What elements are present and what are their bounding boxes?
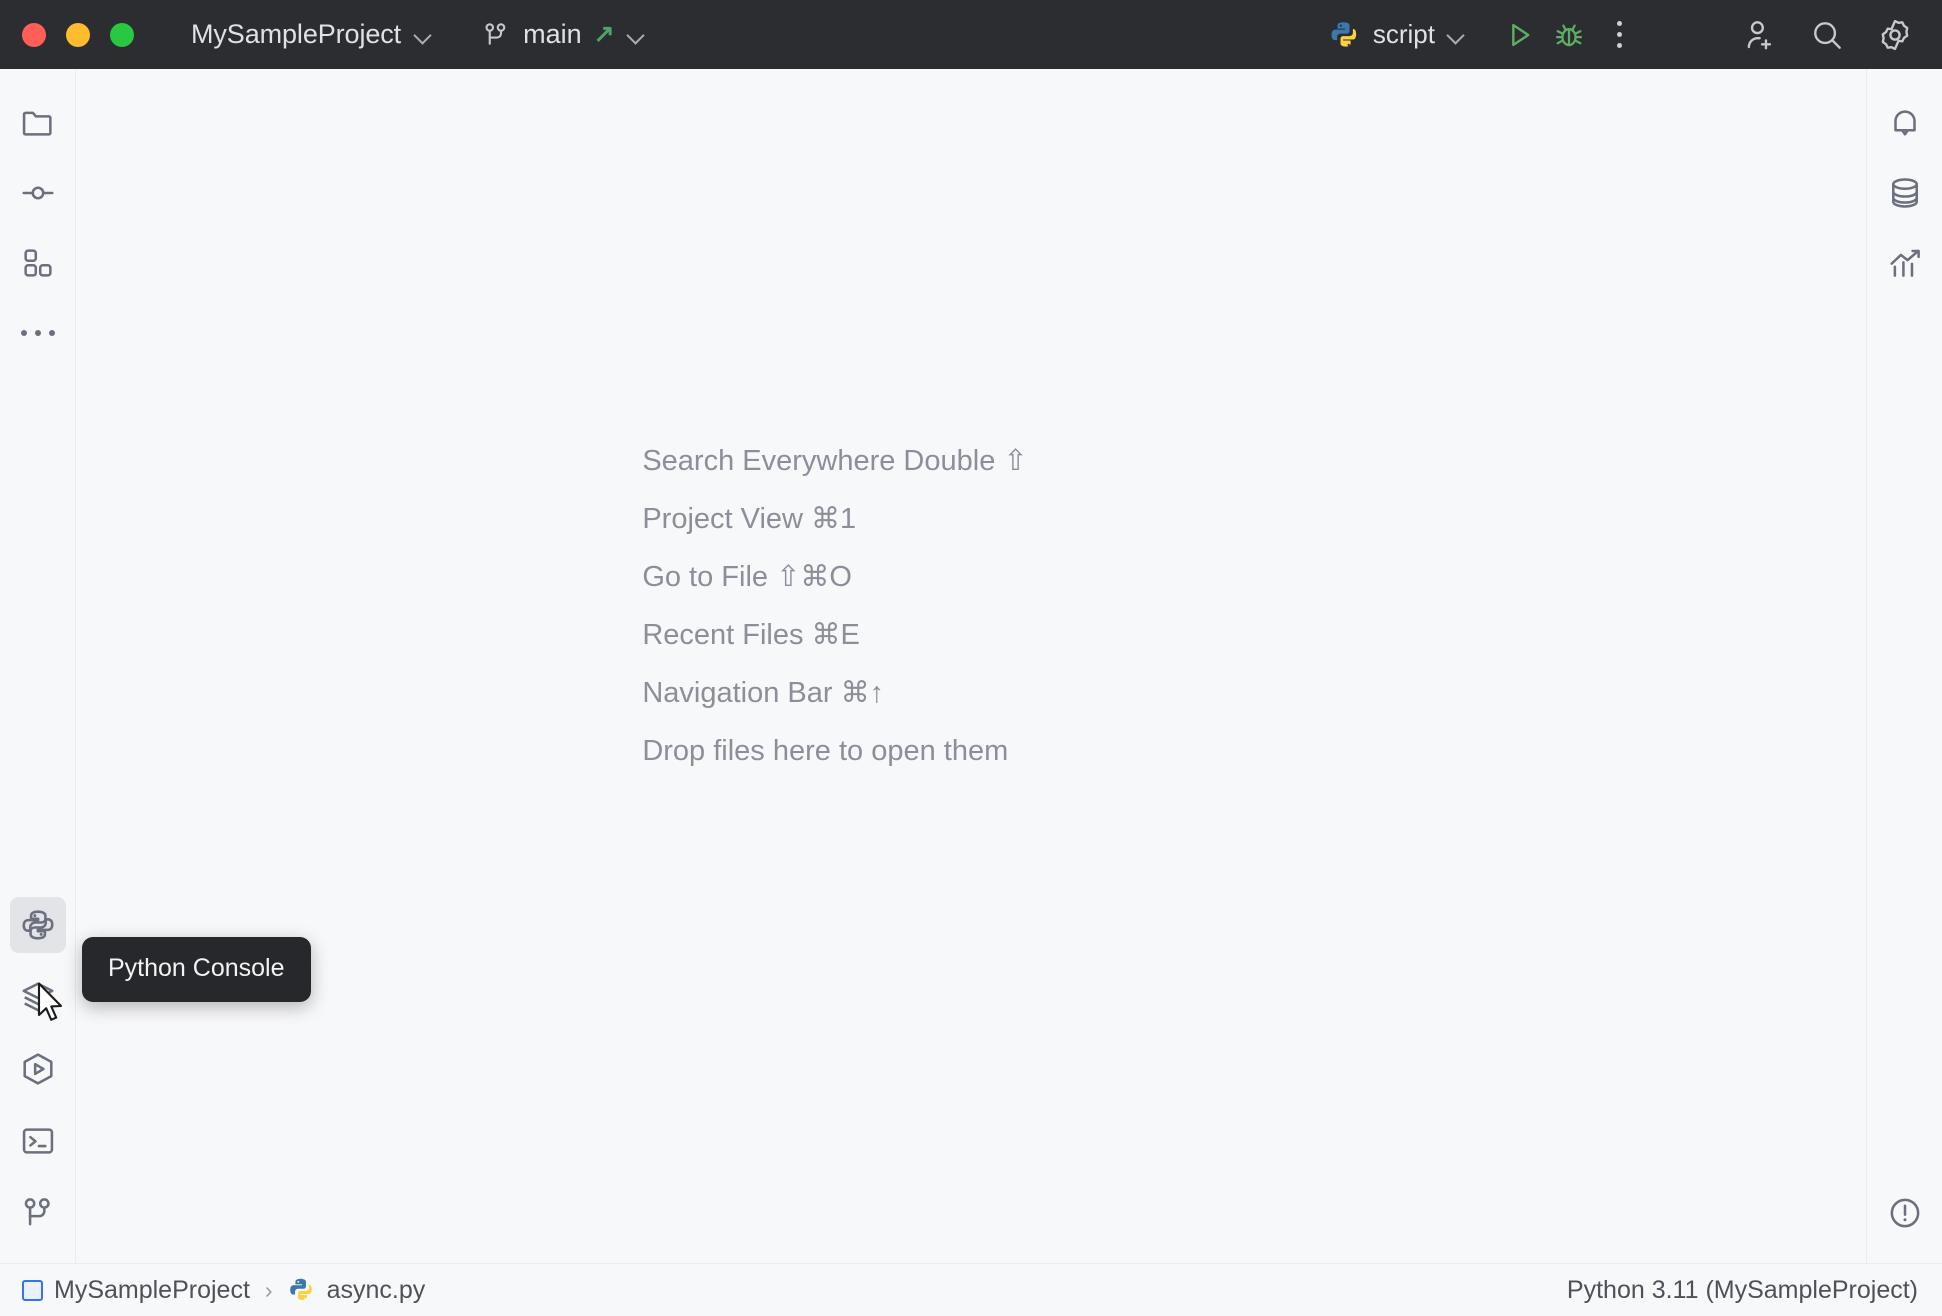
breadcrumb-file-label: async.py [326, 1275, 426, 1304]
search-everywhere-button[interactable] [1804, 12, 1850, 58]
interpreter-widget[interactable]: Python 3.11 (MySampleProject) [1567, 1276, 1918, 1305]
ide-window: MySampleProject main ↗ script Search Eve… [0, 0, 1942, 1316]
breadcrumb-project[interactable]: MySampleProject [22, 1276, 250, 1305]
chevron-down-icon [627, 25, 646, 44]
hint-drop-files: Drop files here to open them [642, 735, 1009, 767]
hint-recent-files: Recent Files ⌘E [642, 619, 860, 651]
push-arrow-icon: ↗ [593, 20, 615, 48]
editor-empty-state[interactable]: Search Everywhere Double ⇧ Project View … [76, 69, 1866, 1263]
minimize-window-button[interactable] [66, 22, 90, 47]
more-actions-button[interactable] [1596, 12, 1642, 58]
sidebar-item-project[interactable] [10, 95, 66, 151]
debug-button[interactable] [1546, 12, 1592, 58]
sidebar-item-notifications[interactable] [1877, 95, 1933, 151]
sidebar-item-plugins[interactable] [10, 235, 66, 291]
left-stripe-bottom-group [9, 893, 66, 1263]
more-vertical-icon [1616, 21, 1622, 48]
run-configuration-label: script [1372, 19, 1435, 49]
breadcrumb-project-label: MySampleProject [54, 1275, 250, 1304]
branch-name-label: main [523, 19, 582, 49]
hint-project-view: Project View ⌘1 [642, 503, 857, 535]
run-actions [1496, 12, 1642, 58]
git-branch-icon [481, 20, 511, 50]
maximize-window-button[interactable] [110, 22, 134, 47]
hint-search-everywhere: Search Everywhere Double ⇧ [642, 445, 1028, 477]
editor-hint-list: Search Everywhere Double ⇧ Project View … [642, 432, 1027, 780]
project-square-icon [22, 1279, 43, 1301]
breadcrumb: MySampleProject › async.py [22, 1276, 425, 1305]
sidebar-item-more-tool-windows[interactable] [10, 305, 66, 361]
left-stripe-top-group [10, 69, 66, 365]
sidebar-item-python-console[interactable] [9, 897, 66, 953]
sidebar-item-run[interactable] [10, 1041, 66, 1097]
right-stripe-top-group [1877, 69, 1933, 295]
more-horizontal-icon [20, 330, 55, 336]
python-logo-icon [1329, 19, 1361, 51]
sidebar-item-database[interactable] [1877, 165, 1933, 221]
run-button[interactable] [1496, 12, 1542, 58]
titlebar-right-actions [1736, 12, 1918, 58]
add-user-button[interactable] [1736, 12, 1782, 58]
branch-widget[interactable]: main ↗ [473, 13, 653, 56]
breadcrumb-separator: › [264, 1276, 273, 1303]
right-tool-stripe [1866, 69, 1942, 1263]
sidebar-item-python-packages[interactable] [10, 969, 66, 1025]
sidebar-item-commit[interactable] [10, 165, 66, 221]
left-tool-stripe [0, 69, 76, 1263]
project-name-label: MySampleProject [191, 19, 402, 49]
sidebar-item-version-control[interactable] [10, 1185, 66, 1241]
sidebar-item-terminal[interactable] [10, 1113, 66, 1169]
project-widget[interactable]: MySampleProject [183, 13, 441, 56]
hint-navigation-bar: Navigation Bar ⌘↑ [642, 677, 885, 709]
python-file-icon [288, 1276, 316, 1304]
breadcrumb-file[interactable]: async.py [288, 1275, 426, 1305]
title-bar: MySampleProject main ↗ script [0, 0, 1942, 69]
chevron-down-icon [1447, 25, 1466, 44]
window-controls [0, 22, 134, 47]
hint-go-to-file: Go to File ⇧⌘O [642, 561, 852, 593]
sidebar-item-problems[interactable] [1877, 1185, 1933, 1241]
python-console-tooltip: Python Console [82, 937, 311, 1002]
chevron-down-icon [414, 25, 433, 44]
close-window-button[interactable] [22, 22, 46, 47]
status-bar: MySampleProject › async.py Python 3.11 (… [0, 1263, 1942, 1316]
settings-button[interactable] [1872, 12, 1918, 58]
run-configuration-selector[interactable]: script [1321, 13, 1474, 57]
main-area: Search Everywhere Double ⇧ Project View … [0, 69, 1942, 1263]
sidebar-item-plots[interactable] [1877, 235, 1933, 291]
right-stripe-bottom-group [1877, 1181, 1933, 1263]
